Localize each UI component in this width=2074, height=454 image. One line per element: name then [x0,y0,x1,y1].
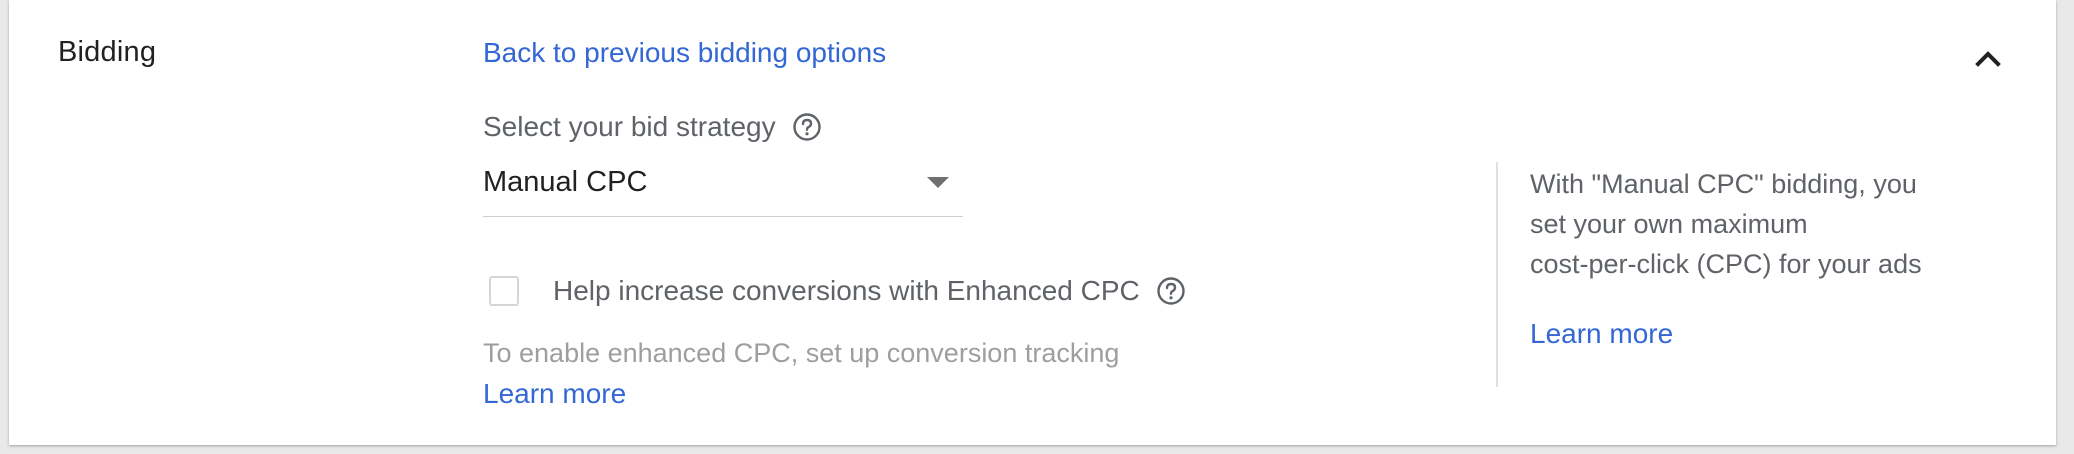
side-panel-line: cost-per-click (CPC) for your ads [1530,249,1922,279]
bid-strategy-selected-value: Manual CPC [483,166,648,198]
back-to-previous-bidding-link[interactable]: Back to previous bidding options [483,37,886,69]
bidding-card: Bidding Back to previous bidding options… [9,0,2056,445]
enhanced-cpc-checkbox[interactable] [489,276,519,306]
bid-strategy-label: Select your bid strategy [483,111,776,142]
collapse-button[interactable] [1967,40,2009,76]
help-circle-icon[interactable] [792,112,822,142]
enhanced-cpc-row: Help increase conversions with Enhanced … [489,275,1186,307]
help-circle-icon[interactable] [1156,276,1186,306]
bid-strategy-label-row: Select your bid strategy [483,111,822,143]
bid-strategy-select[interactable]: Manual CPC [483,160,963,217]
side-panel-description: With "Manual CPC" bidding, you set your … [1530,164,1960,284]
learn-more-link-manual-cpc[interactable]: Learn more [1530,318,1673,350]
side-panel-line: With "Manual CPC" bidding, you [1530,169,1917,199]
section-title: Bidding [58,36,157,68]
learn-more-link-conversion[interactable]: Learn more [483,378,626,410]
enhanced-cpc-hint: To enable enhanced CPC, set up conversio… [483,338,1120,368]
enhanced-cpc-label: Help increase conversions with Enhanced … [553,275,1140,306]
chevron-up-icon [1975,51,2001,67]
side-panel-line: set your own maximum [1530,209,1808,239]
dropdown-arrow-icon [927,177,949,188]
vertical-divider [1496,162,1498,387]
